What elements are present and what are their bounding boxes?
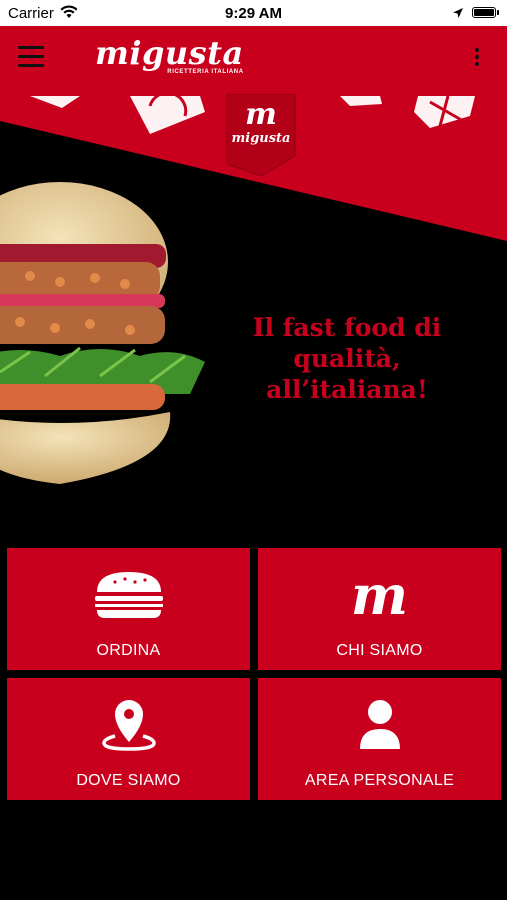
- hero-tagline: Il fast food di qualità, all’italiana!: [252, 313, 442, 404]
- chi-siamo-tile[interactable]: m CHI SIAMO: [258, 548, 501, 670]
- clock-time: 9:29 AM: [225, 5, 282, 22]
- burger-icon: [7, 566, 250, 624]
- battery-icon: [472, 7, 499, 18]
- hero-banner: m migusta Il fast food di qualità, all’i…: [0, 94, 507, 544]
- brand-logo: migusta RICETTERIA ITALIANA: [95, 34, 244, 75]
- chi-siamo-label: CHI SIAMO: [336, 642, 423, 659]
- ordina-tile[interactable]: ORDINA: [7, 548, 250, 670]
- dove-siamo-label: DOVE SIAMO: [76, 772, 181, 789]
- status-bar: Carrier 9:29 AM: [0, 0, 507, 26]
- badge-m-logo: m: [245, 97, 277, 132]
- more-vertical-icon[interactable]: [472, 48, 482, 72]
- m-glyph: m: [350, 563, 409, 627]
- area-personale-label: AREA PERSONALE: [304, 772, 455, 789]
- area-personale-tile[interactable]: AREA PERSONALE: [258, 678, 501, 800]
- app-bar: migusta RICETTERIA ITALIANA: [0, 26, 507, 94]
- logo-wordmark: migusta: [95, 34, 244, 72]
- location-pin-icon: [7, 696, 250, 754]
- hamburger-menu-icon[interactable]: [18, 46, 46, 72]
- badge-wordmark: migusta: [231, 131, 291, 146]
- hero-badge: m migusta: [227, 94, 295, 174]
- ordina-label: ORDINA: [96, 642, 161, 659]
- dove-siamo-tile[interactable]: DOVE SIAMO: [7, 678, 250, 800]
- burger-photo: [0, 182, 205, 484]
- migusta-logo-icon: m: [258, 566, 501, 624]
- user-icon: [258, 696, 501, 754]
- location-arrow-icon: [452, 6, 464, 23]
